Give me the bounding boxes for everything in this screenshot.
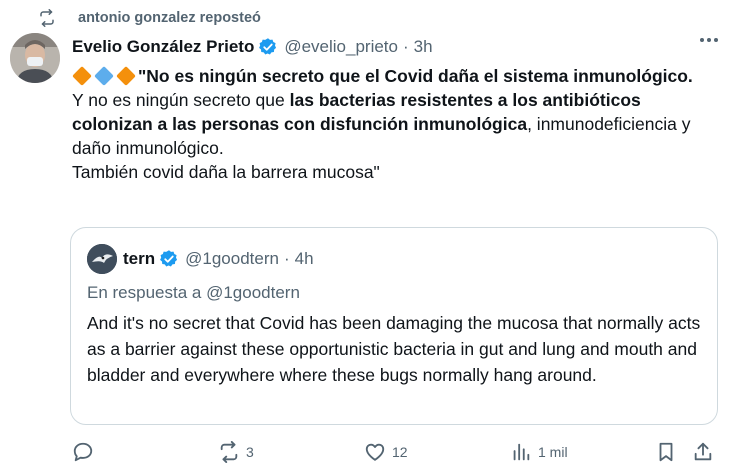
repost-button[interactable]: 3 [218, 438, 254, 466]
verified-badge-icon [160, 250, 178, 267]
reply-icon [73, 442, 93, 462]
author-avatar[interactable] [10, 33, 60, 83]
more-icon[interactable] [700, 38, 718, 42]
like-count: 12 [392, 444, 408, 460]
author-name[interactable]: Evelio González Prieto [72, 37, 254, 57]
share-button[interactable] [692, 438, 714, 466]
tweet-time[interactable]: 3h [414, 37, 433, 57]
author-handle[interactable]: @evelio_prieto [284, 37, 398, 57]
blue-diamond-emoji [94, 66, 114, 86]
quote-text: And it's no secret that Covid has been d… [87, 313, 701, 385]
tweet-text-line2-start: Y no es ningún secreto que [72, 90, 290, 110]
repost-icon [220, 441, 238, 463]
tweet-header: Evelio González Prieto @evelio_prieto · … [72, 35, 433, 59]
quote-header: tern @1goodtern · 4h [87, 244, 314, 274]
repost-text[interactable]: antonio gonzalez reposteó [78, 10, 261, 26]
bookmark-button[interactable] [655, 438, 677, 466]
orange-diamond-emoji [116, 66, 136, 86]
quote-time[interactable]: 4h [295, 249, 314, 269]
reply-button[interactable] [72, 438, 94, 466]
meta-separator: · [402, 37, 409, 56]
quote-reply-context: En respuesta a @1goodtern [87, 283, 300, 302]
repost-count: 3 [246, 444, 254, 460]
orange-diamond-emoji [72, 66, 92, 86]
meta-separator: · [283, 249, 290, 268]
verified-badge-icon [259, 38, 277, 55]
tweet-text: "No es ningún secreto que el Covid daña … [72, 64, 722, 184]
like-button[interactable]: 12 [364, 438, 408, 466]
views-button[interactable]: 1 mil [510, 438, 568, 466]
tweet-actions: 3 12 1 mil [72, 438, 722, 468]
tweet-text-line1: "No es ningún secreto que el Covid daña … [138, 66, 693, 86]
repost-icon [40, 9, 54, 27]
quote-author-avatar[interactable] [87, 244, 117, 274]
quote-author-name[interactable]: tern [123, 249, 155, 269]
views-icon [513, 443, 530, 461]
like-icon [365, 443, 385, 461]
share-icon [694, 442, 712, 461]
views-count: 1 mil [538, 444, 568, 460]
repost-indicator: antonio gonzalez reposteó [38, 7, 261, 29]
quoted-tweet-card[interactable]: tern @1goodtern · 4h En respuesta a @1go… [70, 227, 718, 425]
bookmark-icon [659, 442, 673, 462]
quote-author-handle[interactable]: @1goodtern [185, 249, 279, 269]
tweet-text-line3: También covid daña la barrera mucosa" [72, 162, 380, 182]
